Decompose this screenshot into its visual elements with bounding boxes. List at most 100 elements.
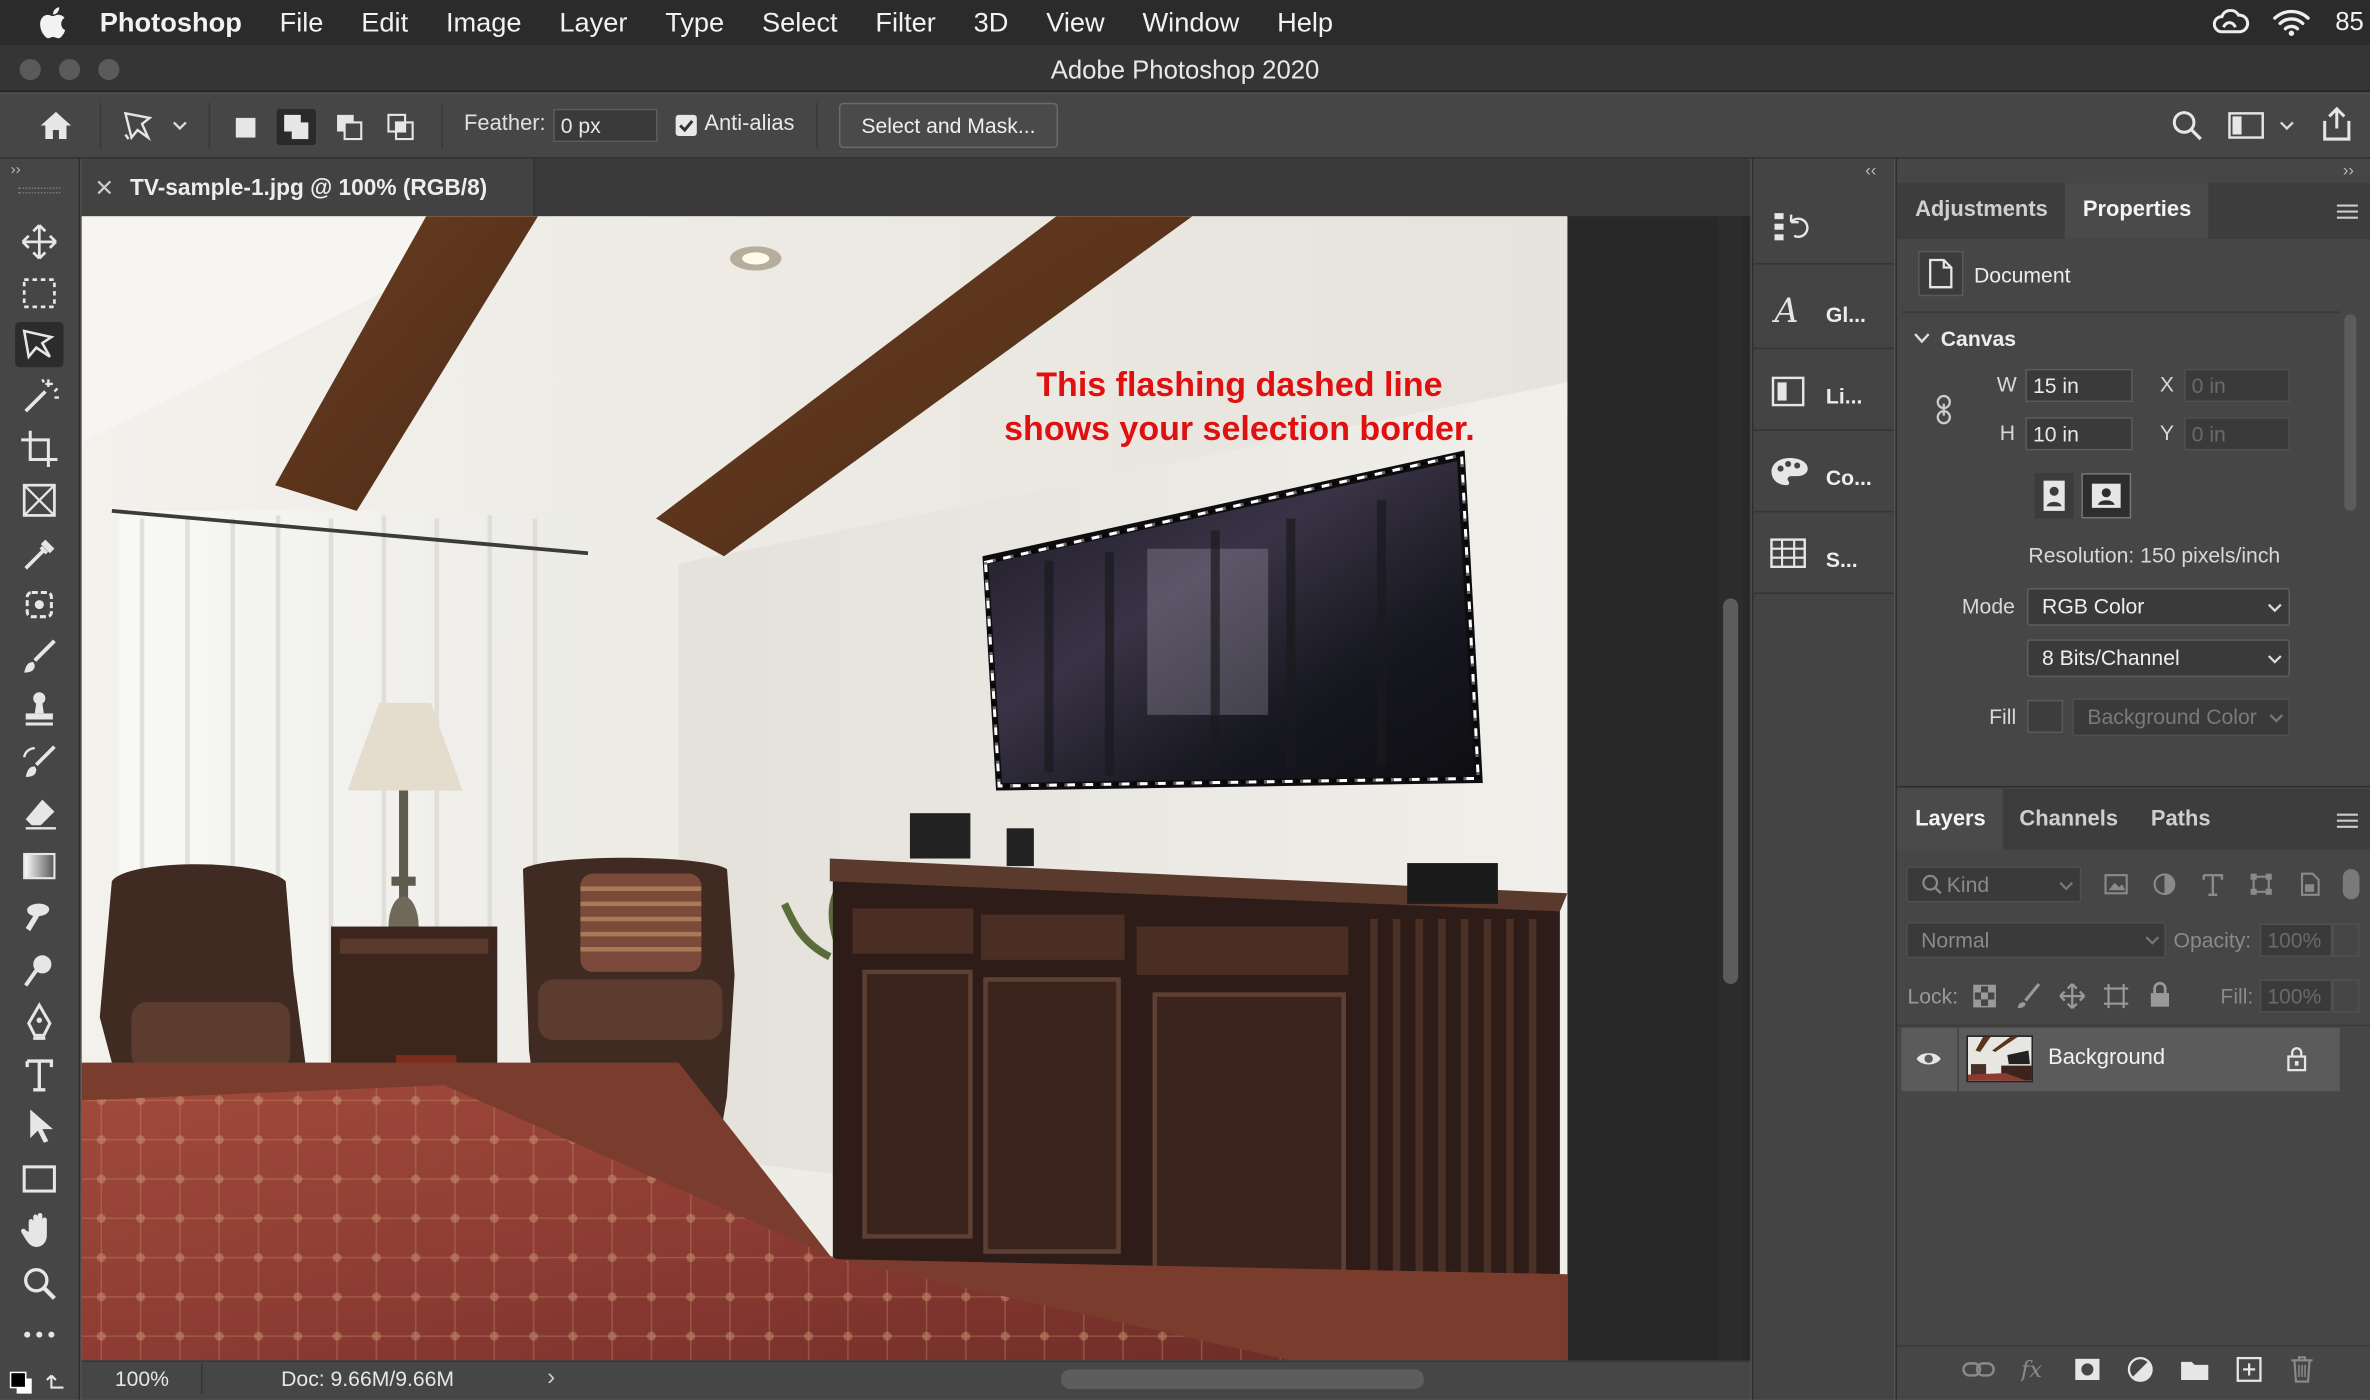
- fill-chevron-icon[interactable]: [2269, 712, 2284, 724]
- smudge-tool-icon[interactable]: [15, 895, 63, 940]
- dock-color-label[interactable]: Co...: [1826, 466, 1872, 490]
- creative-cloud-icon[interactable]: [2210, 9, 2252, 36]
- menu-select[interactable]: Select: [762, 0, 838, 45]
- portrait-orientation-button[interactable]: [2034, 473, 2074, 519]
- panel-menu-icon[interactable]: [2336, 203, 2358, 221]
- dock-libraries[interactable]: [1751, 351, 1894, 431]
- opacity-input[interactable]: 100%: [2259, 923, 2333, 957]
- canvas-chevron-icon[interactable]: [1914, 331, 1931, 345]
- menu-window[interactable]: Window: [1143, 0, 1240, 45]
- layers-panel-menu-icon[interactable]: [2336, 812, 2358, 830]
- layer-row[interactable]: Background: [1901, 1027, 2340, 1092]
- layer-style-fx-icon[interactable]: fx: [2021, 1356, 2048, 1383]
- zoom-level[interactable]: 100%: [115, 1366, 169, 1390]
- new-layer-icon[interactable]: [2236, 1356, 2263, 1383]
- workspace-chevron-icon[interactable]: [2279, 119, 2294, 131]
- dock-swatches-label[interactable]: S...: [1826, 547, 1858, 571]
- lock-all-icon[interactable]: [2149, 981, 2170, 1008]
- dock-history[interactable]: [1751, 184, 1894, 265]
- dock-swatches[interactable]: [1751, 514, 1894, 595]
- close-tab-icon[interactable]: [97, 180, 112, 195]
- marquee-tool-icon[interactable]: [15, 271, 63, 316]
- new-group-folder-icon[interactable]: [2180, 1357, 2210, 1381]
- menu-help[interactable]: Help: [1277, 0, 1333, 45]
- menu-image[interactable]: Image: [446, 0, 522, 45]
- new-selection-button[interactable]: [225, 109, 264, 145]
- clone-stamp-tool-icon[interactable]: [15, 686, 63, 731]
- healing-brush-tool-icon[interactable]: [15, 582, 63, 627]
- layer-visibility-eye-icon[interactable]: [1915, 1049, 1942, 1069]
- add-mask-icon[interactable]: [2074, 1357, 2101, 1381]
- landscape-orientation-button[interactable]: [2081, 473, 2132, 519]
- wifi-icon[interactable]: [2272, 8, 2311, 38]
- crop-tool-icon[interactable]: [15, 426, 63, 471]
- layer-name[interactable]: Background: [2048, 1046, 2165, 1070]
- x-input[interactable]: 0 in: [2184, 368, 2290, 403]
- dock-collapse-arrows-icon[interactable]: ‹‹: [1865, 162, 1876, 180]
- add-to-selection-button[interactable]: [276, 108, 316, 146]
- menu-view[interactable]: View: [1046, 0, 1104, 45]
- menu-layer[interactable]: Layer: [559, 0, 627, 45]
- layer-thumbnail[interactable]: [1966, 1035, 2033, 1083]
- lock-position-icon[interactable]: [2059, 982, 2086, 1009]
- bit-depth-select[interactable]: 8 Bits/Channel: [2026, 639, 2290, 678]
- collapse-toolbar-icon[interactable]: ››: [11, 162, 21, 179]
- lock-transparent-pixels-icon[interactable]: [1973, 984, 1997, 1008]
- polygonal-lasso-tool-icon[interactable]: [15, 321, 64, 368]
- width-input[interactable]: 15 in: [2025, 368, 2133, 403]
- depth-chevron-icon[interactable]: [2267, 653, 2282, 665]
- intersect-selection-button[interactable]: [381, 109, 420, 145]
- brush-tool-icon[interactable]: [15, 635, 63, 680]
- more-tools-icon[interactable]: [15, 1312, 63, 1357]
- share-icon[interactable]: [2320, 106, 2353, 142]
- home-icon[interactable]: [38, 109, 74, 142]
- rectangle-tool-icon[interactable]: [15, 1156, 63, 1201]
- blend-chevron-icon[interactable]: [2145, 934, 2160, 946]
- document-size[interactable]: Doc: 9.66M/9.66M: [281, 1366, 454, 1390]
- history-brush-tool-icon[interactable]: [15, 739, 63, 784]
- path-selection-tool-icon[interactable]: [15, 1103, 63, 1148]
- frame-tool-icon[interactable]: [15, 478, 63, 523]
- mode-select[interactable]: RGB Color: [2026, 587, 2290, 626]
- filter-type-icon[interactable]: [2201, 872, 2225, 897]
- magic-wand-tool-icon[interactable]: [15, 373, 63, 418]
- filter-adjustment-icon[interactable]: [2152, 872, 2176, 896]
- tab-adjustments[interactable]: Adjustments: [1915, 198, 2048, 222]
- horizontal-scroll-thumb[interactable]: [1061, 1369, 1424, 1390]
- menu-edit[interactable]: Edit: [361, 0, 408, 45]
- fill-percent-dropdown[interactable]: [2332, 979, 2360, 1013]
- canvas-heading[interactable]: Canvas: [1941, 326, 2016, 350]
- gradient-tool-icon[interactable]: [15, 843, 63, 888]
- tab-channels[interactable]: Channels: [2019, 807, 2118, 831]
- tab-layers[interactable]: Layers: [1915, 807, 1986, 831]
- mode-chevron-icon[interactable]: [2267, 602, 2282, 614]
- opacity-dropdown[interactable]: [2332, 923, 2360, 957]
- apple-icon[interactable]: [39, 6, 69, 39]
- menu-3d[interactable]: 3D: [974, 0, 1009, 45]
- menu-file[interactable]: File: [280, 0, 324, 45]
- lock-image-pixels-icon[interactable]: [2016, 982, 2041, 1009]
- link-layers-icon[interactable]: [1962, 1360, 1995, 1378]
- eyedropper-tool-icon[interactable]: [15, 531, 63, 576]
- dock-glyphs-label[interactable]: Gl...: [1826, 302, 1866, 326]
- dodge-tool-icon[interactable]: [15, 948, 63, 993]
- foreground-background-color-icon[interactable]: [6, 1366, 73, 1396]
- kind-chevron-icon[interactable]: [2059, 880, 2074, 892]
- vertical-scroll-thumb[interactable]: [1723, 598, 1739, 984]
- filter-smart-object-icon[interactable]: [2297, 872, 2321, 896]
- dock-glyphs[interactable]: A: [1751, 269, 1894, 350]
- menu-app-name[interactable]: Photoshop: [100, 0, 242, 45]
- panel-collapse-arrows-icon[interactable]: ››: [2343, 162, 2354, 180]
- select-and-mask-button[interactable]: Select and Mask...: [838, 102, 1059, 149]
- delete-layer-trash-icon[interactable]: [2290, 1356, 2314, 1383]
- lasso-tool-preset-icon[interactable]: [121, 109, 160, 142]
- toolbar-grip[interactable]: [18, 187, 61, 194]
- filter-toggle[interactable]: [2342, 869, 2360, 900]
- dock-color[interactable]: [1751, 432, 1894, 513]
- chevron-down-icon[interactable]: [172, 119, 187, 131]
- new-adjustment-layer-icon[interactable]: [2127, 1356, 2154, 1383]
- dock-libraries-label[interactable]: Li...: [1826, 384, 1862, 408]
- eraser-tool-icon[interactable]: [15, 791, 63, 836]
- antialias-checkbox[interactable]: [675, 114, 697, 137]
- tab-properties[interactable]: Properties: [2083, 198, 2191, 222]
